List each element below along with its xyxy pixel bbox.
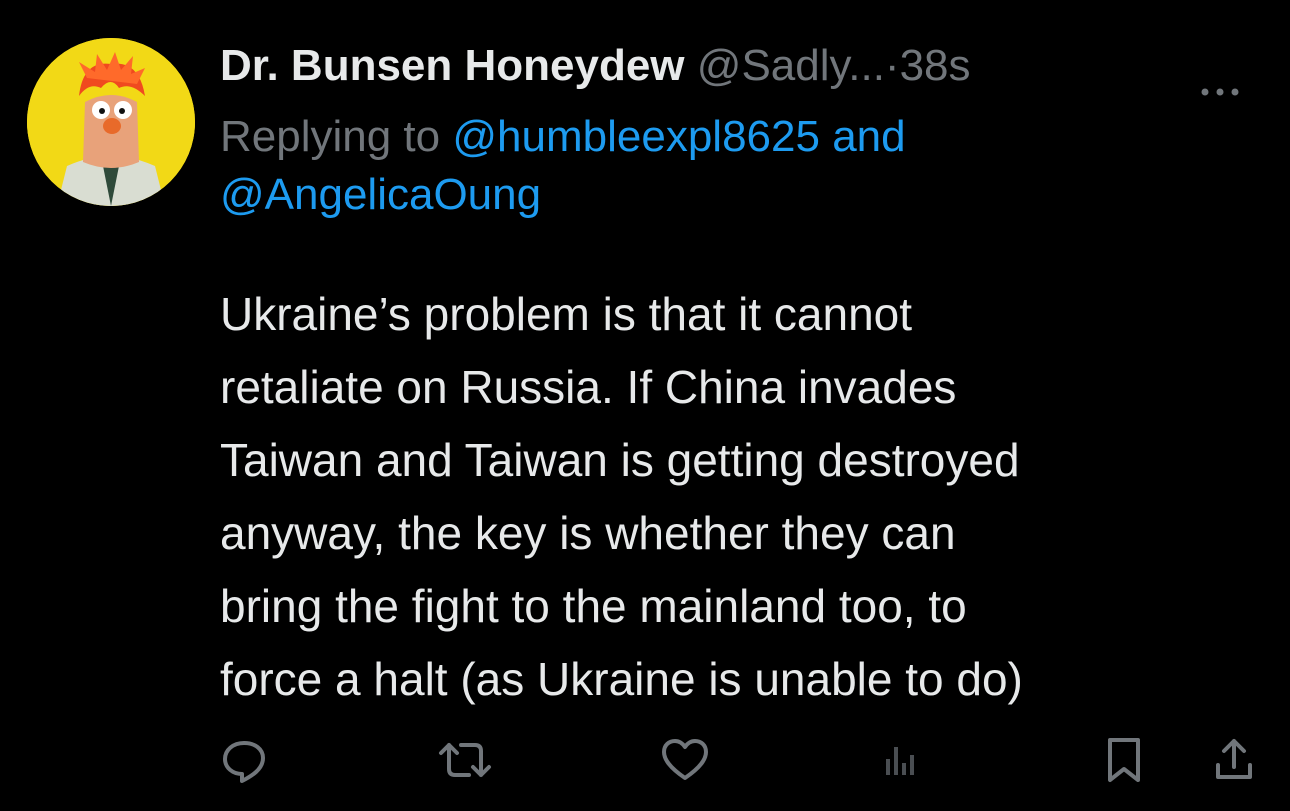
tweet-text-line: Taiwan and Taiwan is getting destroyed [220,434,1020,486]
tweet-text-line: anyway, the key is whether they can [220,507,956,559]
action-bar [0,730,1290,790]
share-button[interactable] [1204,730,1264,790]
replying-to: Replying to @humbleexpl8625 and @Angelic… [220,108,1220,224]
author-name[interactable]: Dr. Bunsen Honeydew [220,41,685,90]
author-handle[interactable]: @Sadly... [697,41,885,90]
tweet-text-line: force a halt (as Ukraine is unable to do… [220,653,1023,705]
timestamp[interactable]: 38s [900,41,971,90]
replying-to-label: Replying to [220,112,441,161]
reply-button[interactable] [214,730,274,790]
reply-icon [223,741,265,783]
tweet-text: Ukraine’s problem is that it cannot reta… [220,278,1260,716]
separator-dot: · [884,41,900,90]
tweet-text-line: bring the fight to the mainland too, to [220,580,967,632]
tweet-text-line: Ukraine’s problem is that it cannot [220,288,913,340]
like-button[interactable] [655,730,715,790]
tweet[interactable]: Dr. Bunsen Honeydew @Sadly...·38s Replyi… [0,0,1290,811]
retweet-icon [439,743,491,777]
more-options-icon[interactable] [1198,58,1242,96]
views-chart-icon [886,747,914,775]
tweet-text-line: retaliate on Russia. If China invades [220,361,957,413]
bookmark-icon [1108,738,1140,782]
avatar[interactable] [27,38,195,206]
avatar-image [27,38,195,206]
tweet-header: Dr. Bunsen Honeydew @Sadly...·38s [220,38,1270,98]
retweet-button[interactable] [435,730,495,790]
mention-link-1[interactable]: @humbleexpl8625 [452,112,820,161]
bookmark-button[interactable] [1094,730,1154,790]
mention-link-2[interactable]: @AngelicaOung [220,170,541,219]
share-upload-icon [1216,739,1252,779]
mention-conjunction: and [832,112,906,161]
heart-icon [662,739,708,780]
views-button[interactable] [870,730,930,790]
